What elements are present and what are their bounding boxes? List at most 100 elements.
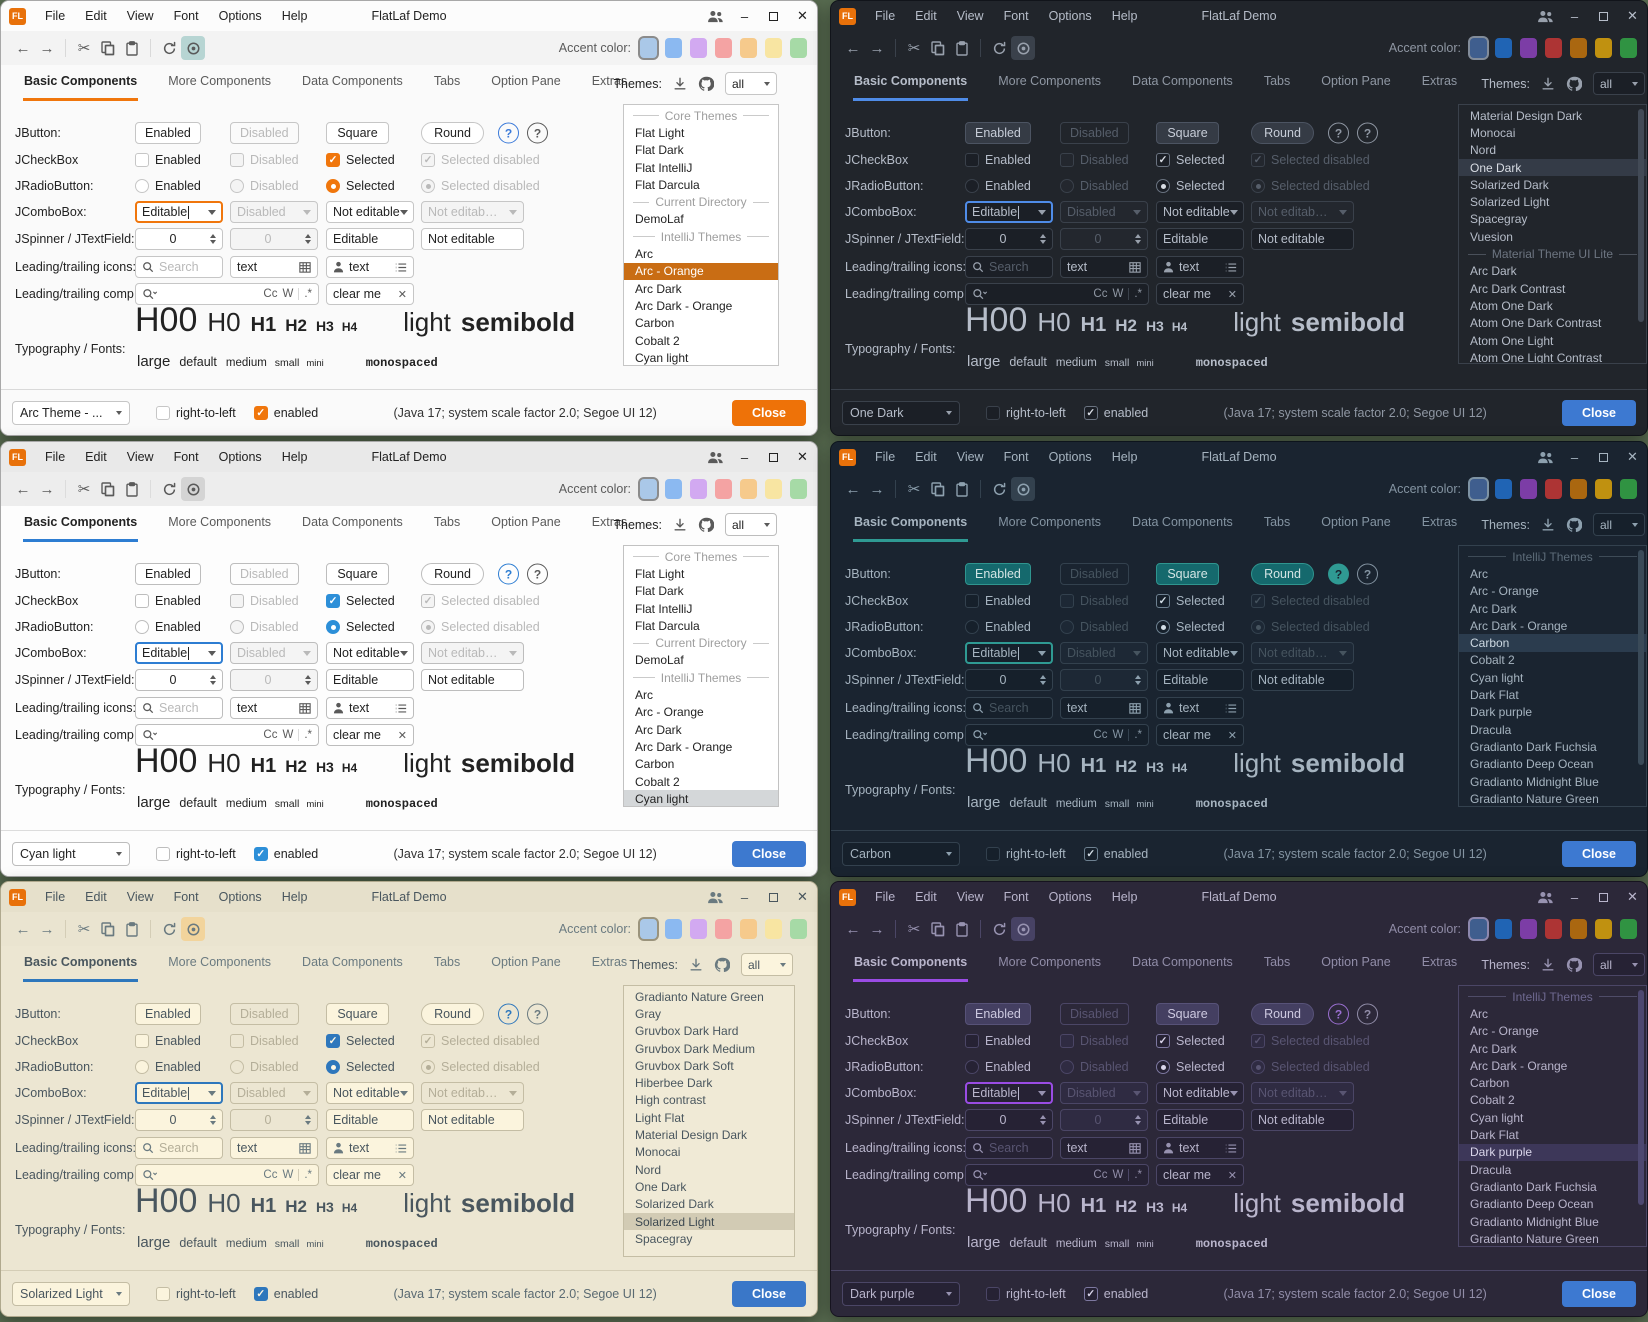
list-icon[interactable] [395, 703, 407, 714]
accent-swatch[interactable] [665, 479, 682, 499]
radio-enabled[interactable] [965, 1060, 979, 1074]
accent-swatch[interactable] [1520, 38, 1537, 58]
title-bar[interactable]: FL File Edit View Font Options Help Flat… [1, 442, 817, 472]
theme-list-item[interactable]: Material Design Dark [1459, 107, 1646, 124]
theme-list-item[interactable]: Arc [624, 686, 778, 703]
right-to-left-checkbox[interactable]: right-to-left [986, 406, 1066, 420]
theme-selector-combobox[interactable]: One Dark [842, 401, 960, 425]
clear-icon[interactable]: ✕ [398, 1169, 407, 1182]
enabled-checkbox[interactable]: ✓ enabled [1084, 1287, 1149, 1301]
theme-list-item[interactable]: Solarized Dark [1459, 176, 1646, 193]
help-button[interactable]: ? [498, 123, 519, 144]
theme-list-item[interactable]: High contrast [624, 1092, 794, 1109]
close-button[interactable]: Close [1562, 400, 1636, 426]
menu-options[interactable]: Options [1039, 9, 1102, 23]
maximize-button[interactable] [759, 882, 788, 912]
tab-tabs[interactable]: Tabs [433, 955, 461, 982]
close-button[interactable]: Close [732, 400, 806, 426]
theme-list-item[interactable]: DemoLaf [624, 211, 778, 228]
menu-view[interactable]: View [947, 450, 994, 464]
tab-data-components[interactable]: Data Components [1131, 74, 1234, 101]
theme-list-item[interactable]: Dark Flat [1459, 686, 1646, 703]
spinner[interactable]: 0 [965, 669, 1053, 691]
match-case-toggle[interactable]: Cc [263, 1169, 277, 1181]
accent-swatch[interactable] [1570, 479, 1587, 499]
theme-list-item[interactable]: Arc Dark [624, 280, 778, 297]
theme-list-item[interactable]: Nord [1459, 142, 1646, 159]
menu-font[interactable]: Font [994, 890, 1039, 904]
enabled-button[interactable]: Enabled [135, 563, 201, 585]
calendar-icon[interactable] [299, 261, 311, 273]
tab-data-components[interactable]: Data Components [301, 74, 404, 101]
menu-help[interactable]: Help [1102, 890, 1148, 904]
accent-swatch[interactable] [715, 38, 732, 58]
textfield-editable[interactable]: Editable [326, 228, 414, 250]
tab-extras[interactable]: Extras [1421, 955, 1458, 982]
accent-swatch[interactable] [1545, 479, 1562, 499]
accent-swatch[interactable] [740, 919, 757, 939]
inspect-toggle[interactable] [181, 477, 205, 501]
title-bar[interactable]: FL File Edit View Font Options Help Flat… [1, 882, 817, 912]
forward-icon[interactable]: → [865, 36, 889, 60]
checkbox-box[interactable] [986, 406, 1000, 420]
maximize-button[interactable] [759, 1, 788, 31]
match-case-toggle[interactable]: Cc [1093, 1169, 1107, 1181]
calendar-icon[interactable] [299, 702, 311, 714]
combobox-editable[interactable]: Editable [965, 1082, 1053, 1104]
tab-more-components[interactable]: More Components [997, 955, 1102, 982]
copy-icon[interactable] [926, 917, 950, 941]
chevron-down-icon[interactable] [208, 1091, 216, 1096]
search-input[interactable]: Search [135, 256, 223, 278]
copy-icon[interactable] [96, 36, 120, 60]
cut-icon[interactable]: ✂ [902, 477, 926, 501]
theme-list-item[interactable]: Atom One Dark Contrast [1459, 315, 1646, 332]
menu-view[interactable]: View [947, 890, 994, 904]
minimize-button[interactable]: – [1560, 442, 1589, 472]
theme-list-item[interactable]: One Dark [624, 1178, 794, 1195]
help-button-secondary[interactable]: ? [1357, 564, 1378, 585]
tab-basic-components[interactable]: Basic Components [853, 515, 968, 542]
tab-extras[interactable]: Extras [1421, 74, 1458, 101]
checkbox-enabled[interactable] [135, 1034, 149, 1048]
accent-swatch[interactable] [640, 919, 657, 939]
help-button-secondary[interactable]: ? [1357, 123, 1378, 144]
accent-swatch[interactable] [1470, 479, 1487, 499]
textfield-editable[interactable]: Editable [326, 669, 414, 691]
right-to-left-checkbox[interactable]: right-to-left [156, 406, 236, 420]
textfield-editable[interactable]: Editable [1156, 669, 1244, 691]
radio-selected[interactable] [326, 620, 340, 634]
inspect-toggle[interactable] [1011, 477, 1035, 501]
tab-data-components[interactable]: Data Components [301, 955, 404, 982]
forward-icon[interactable]: → [35, 36, 59, 60]
checkbox-box[interactable]: ✓ [254, 847, 268, 861]
tab-option-pane[interactable]: Option Pane [490, 515, 562, 542]
menu-file[interactable]: File [35, 450, 75, 464]
menu-edit[interactable]: Edit [905, 450, 947, 464]
theme-list-item[interactable]: Vuesion [1459, 228, 1646, 245]
chevron-down-icon[interactable] [1038, 210, 1046, 215]
accent-swatch[interactable] [740, 38, 757, 58]
chevron-down-icon[interactable] [1230, 210, 1238, 215]
checkbox-box[interactable]: ✓ [1084, 847, 1098, 861]
minimize-button[interactable]: – [730, 1, 759, 31]
close-button[interactable]: Close [1562, 841, 1636, 867]
users-icon[interactable] [1530, 442, 1560, 472]
tab-tabs[interactable]: Tabs [1263, 74, 1291, 101]
textfield-editable[interactable]: Editable [1156, 228, 1244, 250]
spinner-arrows[interactable] [210, 234, 216, 244]
square-button[interactable]: Square [326, 1003, 389, 1025]
combobox-editable[interactable]: Editable [965, 642, 1053, 664]
menu-view[interactable]: View [947, 9, 994, 23]
maximize-button[interactable] [1589, 442, 1618, 472]
right-to-left-checkbox[interactable]: right-to-left [986, 1287, 1066, 1301]
theme-list-item[interactable]: Gradianto Deep Ocean [1459, 756, 1646, 773]
theme-list-item[interactable]: Gradianto Nature Green [624, 988, 794, 1005]
square-button[interactable]: Square [326, 563, 389, 585]
help-button[interactable]: ? [1328, 1004, 1349, 1025]
maximize-button[interactable] [1589, 882, 1618, 912]
match-case-toggle[interactable]: Cc [263, 729, 277, 741]
close-window-button[interactable]: ✕ [788, 442, 817, 472]
checkbox-box[interactable]: ✓ [1084, 406, 1098, 420]
cut-icon[interactable]: ✂ [72, 36, 96, 60]
theme-list-item[interactable]: Arc [1459, 1005, 1646, 1022]
